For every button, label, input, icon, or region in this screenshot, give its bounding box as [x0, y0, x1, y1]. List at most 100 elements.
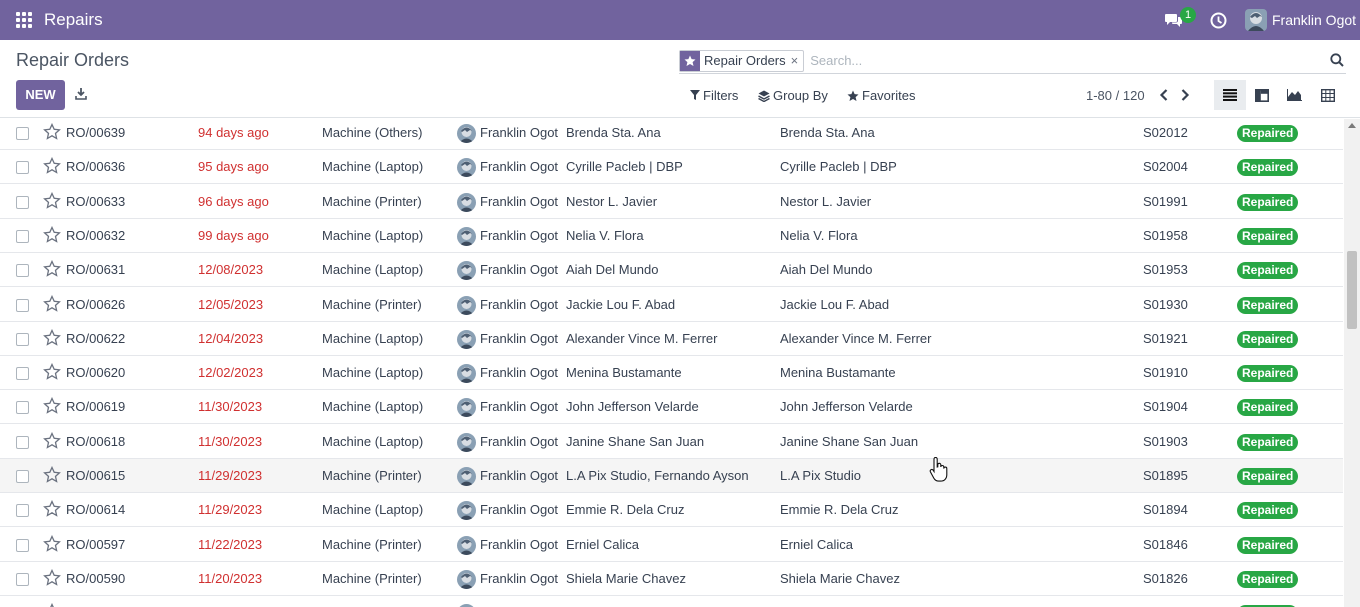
table-row[interactable]: RO/00622 12/04/2023 Machine (Laptop) Frankl…	[0, 321, 1343, 356]
priority-star-icon[interactable]	[43, 568, 61, 587]
row-checkbox[interactable]	[16, 127, 29, 140]
new-button[interactable]: NEW	[16, 80, 65, 110]
priority-star-icon[interactable]	[43, 294, 61, 313]
row-checkbox[interactable]	[16, 298, 29, 312]
activity-clock-icon[interactable]	[1210, 12, 1227, 29]
priority-star-icon[interactable]	[43, 123, 61, 141]
priority-star-icon[interactable]	[43, 260, 61, 278]
search-input[interactable]	[810, 53, 1311, 68]
table-row[interactable]: RO/00615 11/29/2023 Machine (Printer) Frank…	[0, 459, 1343, 493]
group-by-button[interactable]: Group By	[758, 88, 828, 103]
sale-order: S01903	[1143, 433, 1188, 449]
status-badge: Repaired	[1237, 262, 1299, 280]
row-checkbox[interactable]	[16, 229, 29, 243]
app-title[interactable]: Repairs	[44, 10, 103, 30]
responsible-user: Franklin Ogot	[480, 193, 559, 209]
table-row[interactable]: RO/00620 12/02/2023 Machine (Laptop) Frankl…	[0, 356, 1343, 391]
customer-name: Menina Bustamante	[566, 365, 682, 381]
row-checkbox[interactable]	[16, 367, 29, 381]
layers-icon	[758, 90, 770, 102]
facet-remove-icon[interactable]: ×	[791, 53, 804, 68]
row-checkbox[interactable]	[16, 470, 29, 483]
priority-star-icon[interactable]	[43, 603, 61, 607]
row-checkbox[interactable]	[16, 161, 29, 175]
table-row[interactable]: RO/00633 96 days ago Machine (Printer) Fran…	[0, 184, 1343, 219]
pager-value[interactable]: 1-80 / 120	[1086, 88, 1145, 103]
repair-reference: RO/00636	[66, 159, 126, 175]
table-row[interactable]: RO/00618 11/30/2023 Machine (Laptop) Frankl…	[0, 424, 1343, 459]
scheduled-date: 11/29/2023	[198, 502, 263, 518]
responsible-user: Franklin Ogot	[480, 330, 559, 346]
user-name[interactable]: Franklin Ogot	[1272, 12, 1356, 28]
priority-star-icon[interactable]	[43, 431, 61, 450]
priority-star-icon[interactable]	[43, 363, 61, 381]
pivot-view-button[interactable]	[1312, 80, 1344, 110]
scheduled-date: 11/20/2023	[198, 570, 263, 586]
table-row[interactable]: RO/00590 11/20/2023 Machine (Printer) Frank…	[0, 561, 1343, 596]
scroll-up-arrow-icon[interactable]	[1348, 123, 1356, 128]
responsible-user: Franklin Ogot	[480, 159, 559, 175]
sale-order: S01904	[1143, 399, 1188, 415]
search-facet[interactable]: Repair Orders ×	[679, 49, 805, 72]
status-badge: Repaired	[1237, 365, 1299, 383]
partner-name: Emmie R. Dela Cruz	[780, 502, 899, 518]
table-row[interactable]: Repaired	[0, 596, 1343, 607]
row-checkbox[interactable]	[16, 504, 29, 518]
priority-star-icon[interactable]	[43, 157, 61, 175]
product-to-repair: Machine (Printer)	[322, 570, 422, 586]
table-row[interactable]: RO/00631 12/08/2023 Machine (Laptop) Frankl…	[0, 253, 1343, 288]
table-row[interactable]: RO/00626 12/05/2023 Machine (Printer) Frank…	[0, 287, 1343, 322]
technician-avatar	[457, 158, 476, 178]
technician-avatar	[457, 192, 476, 212]
priority-star-icon[interactable]	[43, 328, 61, 347]
table-row[interactable]: RO/00619 11/30/2023 Machine (Laptop) Frankl…	[0, 390, 1343, 425]
responsible-user: Franklin Ogot	[480, 125, 559, 140]
product-to-repair: Machine (Laptop)	[322, 227, 424, 243]
row-checkbox[interactable]	[16, 195, 29, 209]
customer-name: Erniel Calica	[566, 536, 639, 552]
priority-star-icon[interactable]	[43, 397, 61, 415]
vertical-scrollbar[interactable]	[1344, 119, 1360, 607]
row-checkbox[interactable]	[16, 332, 29, 346]
search-bar: Repair Orders ×	[679, 48, 1346, 74]
filters-button[interactable]: Filters	[690, 88, 738, 103]
kanban-view-button[interactable]	[1246, 80, 1278, 110]
priority-star-icon[interactable]	[43, 225, 61, 244]
product-to-repair: Machine (Laptop)	[322, 502, 424, 518]
table-row[interactable]: RO/00636 95 days ago Machine (Laptop) Frank…	[0, 150, 1343, 185]
table-row[interactable]: RO/00632 99 days ago Machine (Laptop) Frank…	[0, 218, 1343, 253]
priority-star-icon[interactable]	[43, 466, 61, 484]
status-badge: Repaired	[1237, 468, 1299, 485]
search-icon[interactable]	[1330, 53, 1344, 67]
product-to-repair: Machine (Printer)	[322, 468, 422, 483]
repair-reference: RO/00631	[66, 262, 126, 278]
chevron-left-icon[interactable]	[1157, 87, 1171, 103]
priority-star-icon[interactable]	[43, 534, 61, 553]
technician-avatar	[457, 432, 476, 452]
chevron-right-icon[interactable]	[1178, 87, 1192, 103]
graph-view-button[interactable]	[1278, 80, 1310, 110]
row-checkbox[interactable]	[16, 572, 29, 586]
row-checkbox[interactable]	[16, 435, 29, 449]
row-checkbox[interactable]	[16, 264, 29, 278]
apps-menu-icon[interactable]	[16, 12, 32, 28]
row-checkbox[interactable]	[16, 401, 29, 415]
user-avatar[interactable]	[1245, 9, 1267, 31]
download-icon[interactable]	[75, 87, 87, 100]
scheduled-date: 99 days ago	[198, 227, 269, 243]
row-checkbox[interactable]	[16, 538, 29, 552]
sale-order: S01894	[1143, 502, 1188, 518]
partner-name: Janine Shane San Juan	[780, 433, 919, 449]
table-row[interactable]: RO/00614 11/29/2023 Machine (Laptop) Frankl…	[0, 493, 1343, 528]
table-row[interactable]: RO/00639 94 days ago Machine (Others) Frank…	[0, 119, 1343, 150]
priority-star-icon[interactable]	[43, 191, 61, 210]
scrollbar-thumb[interactable]	[1347, 251, 1357, 329]
scheduled-date: 12/05/2023	[198, 296, 264, 312]
area-chart-icon	[1286, 89, 1302, 101]
repair-orders-list: RO/00639 94 days ago Machine (Others) Frank…	[0, 119, 1344, 607]
table-row[interactable]: RO/00597 11/22/2023 Machine (Printer) Frank…	[0, 527, 1343, 562]
favorites-button[interactable]: Favorites	[847, 88, 915, 103]
customer-name: Janine Shane San Juan	[566, 433, 705, 449]
list-view-button[interactable]	[1214, 80, 1246, 110]
priority-star-icon[interactable]	[43, 500, 61, 518]
